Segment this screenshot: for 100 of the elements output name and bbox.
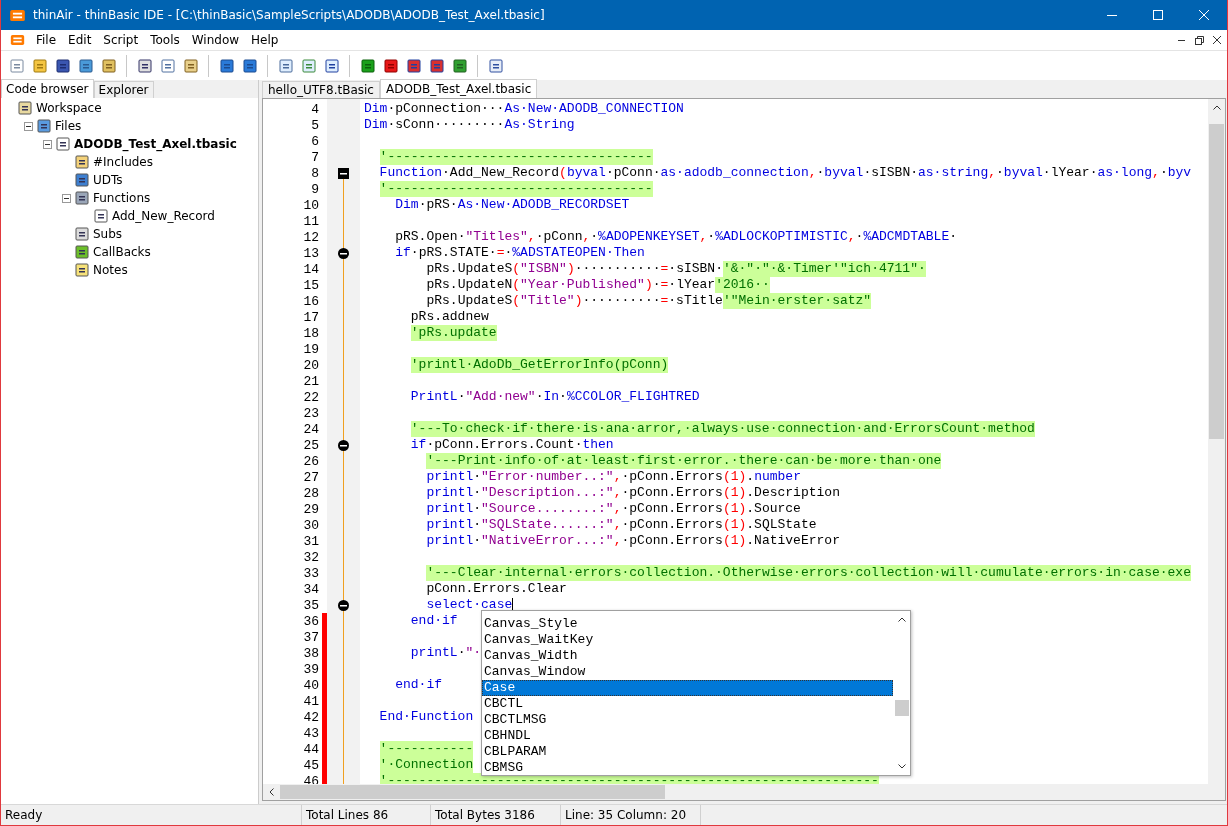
line-number: 22	[302, 389, 319, 405]
window-title: thinAir - thinBasic IDE - [C:\thinBasic\SampleScripts\ADODB\ADODB_Test_Axel.tbasic]	[33, 8, 545, 22]
app-logo-icon	[10, 9, 25, 21]
menu-item[interactable]: File	[30, 30, 63, 50]
autocomplete-item[interactable]: Canvas_Width	[482, 648, 893, 664]
menu-item[interactable]: Window	[185, 30, 246, 50]
line-number: 13	[302, 245, 319, 261]
line-number: 4	[310, 101, 319, 117]
line-number: 26	[302, 453, 319, 469]
line-number: 8	[310, 165, 319, 181]
tree-item[interactable]: Add_New_Record	[112, 209, 215, 223]
autocomplete-item[interactable]: Canvas_Window	[482, 664, 893, 680]
line-number: 40	[302, 677, 319, 693]
fold-icon[interactable]	[338, 167, 349, 179]
line-number: 43	[302, 725, 319, 741]
line-number: 30	[302, 517, 319, 533]
scroll-up-icon[interactable]	[897, 617, 906, 622]
code-line: end·if	[395, 677, 443, 693]
fold-icon[interactable]	[338, 247, 349, 259]
line-number: 14	[302, 261, 319, 277]
line-number: 34	[302, 581, 319, 597]
menu-item[interactable]: Tools	[144, 30, 186, 50]
line-number: 24	[302, 421, 319, 437]
menu-item[interactable]: Help	[245, 30, 285, 50]
line-number: 27	[302, 469, 319, 485]
line-number: 18	[302, 325, 319, 341]
scrollbar[interactable]	[263, 784, 1225, 800]
tree-item[interactable]: Subs	[93, 227, 123, 241]
code-line: pConn.Errors.Clear	[426, 581, 567, 597]
code-line: printl·"SQLState......:",·pConn.Errors(1).SQLState	[426, 517, 817, 533]
line-number: 10	[302, 197, 319, 213]
scrollbar[interactable]	[893, 611, 910, 775]
line-number: 11	[302, 213, 319, 229]
autocomplete-item[interactable]: CBCTL	[482, 696, 893, 712]
code-line: End·Function	[379, 709, 474, 725]
line-number: 31	[302, 533, 319, 549]
tree-item[interactable]: Functions	[93, 191, 151, 205]
scroll-thumb[interactable]	[894, 700, 909, 716]
code-line: PrintL·"Add·new"·In·%CCOLOR_FLIGHTRED	[410, 389, 700, 405]
expander-icon[interactable]	[24, 121, 33, 131]
close-icon[interactable]	[1213, 36, 1221, 44]
expander-icon[interactable]	[62, 193, 71, 203]
tree-item[interactable]: Notes	[93, 263, 128, 277]
line-number: 21	[302, 373, 319, 389]
scroll-up-icon[interactable]	[1212, 105, 1221, 110]
scroll-thumb[interactable]	[280, 785, 665, 799]
autocomplete-item[interactable]: CBMSG	[482, 760, 893, 776]
autocomplete-item[interactable]: Canvas_Style	[482, 616, 893, 632]
tree-item[interactable]: CallBacks	[93, 245, 151, 259]
line-number: 15	[302, 277, 319, 293]
line-number: 25	[302, 437, 319, 453]
autocomplete-item[interactable]: CBHNDL	[482, 728, 893, 744]
autocomplete-item[interactable]: CBLPARAM	[482, 744, 893, 760]
fold-icon[interactable]	[338, 599, 349, 611]
tree-item[interactable]: UDTs	[93, 173, 123, 187]
line-number: 29	[302, 501, 319, 517]
scroll-left-icon[interactable]	[269, 788, 274, 796]
line-number: 44	[302, 741, 319, 757]
line-number: 17	[302, 309, 319, 325]
status-text: Total Bytes 3186	[431, 805, 561, 825]
scroll-thumb[interactable]	[1209, 124, 1224, 439]
minimize-icon[interactable]	[1177, 39, 1185, 41]
expander-icon[interactable]	[43, 139, 52, 149]
status-text: Ready	[1, 805, 302, 825]
line-number: 28	[302, 485, 319, 501]
line-number: 12	[302, 229, 319, 245]
scrollbar[interactable]	[1208, 99, 1225, 784]
code-line: pRs.UpdateS("ISBN")···········=·sISBN·'&·"·"·&·Timer'"ich·4711"·	[426, 261, 926, 277]
status-text: Line: 35 Column: 20	[561, 805, 701, 825]
code-line: pRs.UpdateS("Title")··········=·sTitle'"Mein·erster·satz"	[426, 293, 872, 309]
tree-item[interactable]: Workspace	[36, 101, 102, 115]
file-tab[interactable]: hello_UTF8.tBasic	[262, 81, 380, 98]
code-line: end·if	[410, 613, 458, 629]
panel-tab[interactable]: Explorer	[93, 81, 154, 98]
autocomplete-item[interactable]: Canvas_WaitKey	[482, 632, 893, 648]
line-number: 39	[302, 661, 319, 677]
autocomplete-item[interactable]: Case	[482, 680, 893, 696]
tree-item[interactable]: #Includes	[93, 155, 153, 169]
scroll-down-icon[interactable]	[897, 764, 906, 769]
line-number: 32	[302, 549, 319, 565]
code-line: if·pRS.STATE·=·%ADSTATEOPEN·Then	[395, 245, 645, 261]
tree-item[interactable]: ADODB_Test_Axel.tbasic	[74, 137, 237, 151]
menu-item[interactable]: Edit	[62, 30, 98, 50]
line-number: 23	[302, 405, 319, 421]
tree-item[interactable]: Files	[55, 119, 82, 133]
code-line: pRs.addnew	[410, 309, 489, 325]
panel-tab[interactable]: Code browser	[1, 79, 94, 98]
restore-icon[interactable]	[1194, 35, 1204, 45]
line-number: 42	[302, 709, 319, 725]
menu-item[interactable]: Script	[97, 30, 145, 50]
line-number: 38	[302, 645, 319, 661]
file-tab[interactable]: ADODB_Test_Axel.tbasic	[379, 79, 538, 98]
code-line: Dim·pConnection···As·New·ADODB_CONNECTION	[364, 101, 684, 117]
code-line: if·pConn.Errors.Count·then	[410, 437, 614, 453]
maximize-icon[interactable]	[1153, 10, 1163, 20]
fold-icon[interactable]	[338, 439, 349, 451]
code-line: pRS.Open·"Titles",·pConn,·%ADOPENKEYSET,·%ADLOCKOPTIMISTIC,·%ADCMDTABLE·	[395, 229, 958, 245]
autocomplete-item[interactable]: CBCTLMSG	[482, 712, 893, 728]
minimize-icon[interactable]	[1107, 14, 1117, 16]
status-text: Total Lines 86	[302, 805, 431, 825]
